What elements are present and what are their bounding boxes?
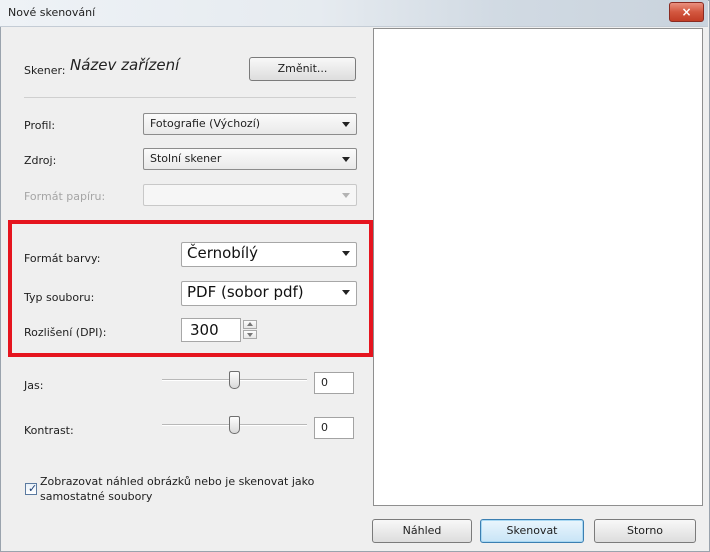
contrast-value: 0 (321, 421, 328, 434)
scan-button[interactable]: Skenovat (480, 519, 584, 543)
window-title: Nové skenování (8, 6, 96, 19)
cancel-button[interactable]: Storno (594, 519, 696, 543)
profile-dropdown[interactable]: Fotografie (Výchozí) (143, 113, 357, 135)
chevron-down-icon (342, 251, 350, 256)
profile-label: Profil: (24, 119, 56, 132)
resolution-spin-down[interactable] (243, 330, 257, 339)
checkbox-label-line1: Zobrazovat náhled obrázků nebo je skenov… (40, 475, 315, 488)
scanner-label: Skener: (24, 64, 66, 77)
separator (24, 97, 356, 98)
change-scanner-button[interactable]: Změnit... (249, 57, 356, 81)
chevron-down-icon (342, 122, 350, 127)
contrast-label: Kontrast: (24, 424, 74, 437)
resolution-input[interactable]: 300 (181, 318, 241, 342)
color-format-dropdown[interactable]: Černobílý (181, 242, 357, 267)
source-dropdown[interactable]: Stolní skener (143, 148, 357, 170)
arrow-down-icon (247, 333, 253, 337)
resolution-label: Rozlišení (DPI): (24, 326, 107, 339)
arrow-up-icon (247, 322, 253, 326)
file-type-value: PDF (sobor pdf) (187, 283, 304, 301)
close-button[interactable]: × (669, 2, 704, 22)
source-label: Zdroj: (24, 154, 57, 167)
resolution-spin-up[interactable] (243, 320, 257, 329)
paper-format-dropdown (143, 184, 357, 206)
title-bar: Nové skenování × (0, 0, 708, 27)
checkmark-icon: ✓ (28, 482, 38, 495)
chevron-down-icon (342, 193, 350, 198)
chevron-down-icon (342, 157, 350, 162)
profile-value: Fotografie (Výchozí) (150, 117, 261, 130)
source-value: Stolní skener (150, 152, 222, 165)
resolution-value: 300 (190, 321, 219, 339)
file-type-label: Typ souboru: (24, 291, 95, 304)
brightness-input[interactable]: 0 (314, 372, 354, 394)
preview-separate-files-checkbox[interactable]: ✓ (25, 482, 38, 495)
preview-pane (373, 28, 703, 506)
color-format-value: Černobílý (187, 244, 259, 262)
scanner-name: Název zařízení (70, 56, 180, 74)
checkbox-label-line2: samostatné soubory (40, 490, 153, 503)
preview-button[interactable]: Náhled (372, 519, 472, 543)
paper-format-label: Formát papíru: (24, 190, 106, 203)
contrast-slider-thumb[interactable] (229, 416, 240, 434)
file-type-dropdown[interactable]: PDF (sobor pdf) (181, 281, 357, 306)
contrast-input[interactable]: 0 (314, 417, 354, 439)
close-icon: × (681, 5, 692, 19)
chevron-down-icon (342, 290, 350, 295)
color-format-label: Formát barvy: (24, 252, 101, 265)
brightness-slider-thumb[interactable] (229, 371, 240, 389)
brightness-label: Jas: (24, 379, 44, 392)
brightness-value: 0 (321, 376, 328, 389)
